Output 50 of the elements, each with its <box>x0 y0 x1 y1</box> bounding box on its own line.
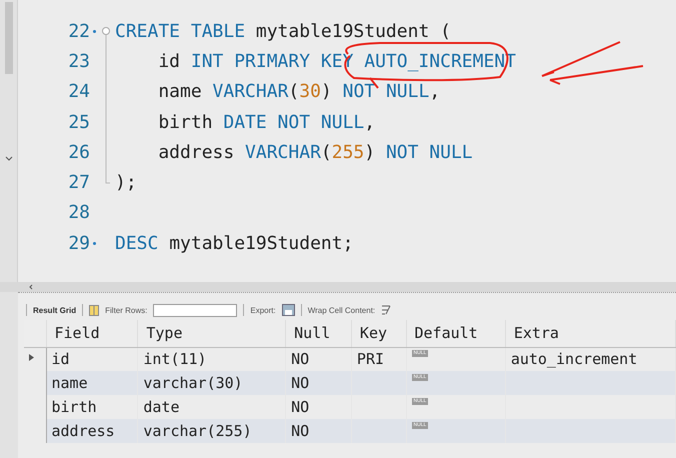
line-number: 23 <box>67 50 90 72</box>
column-header[interactable]: Default <box>406 320 506 347</box>
chevron-down-icon[interactable] <box>4 156 12 162</box>
save-icon[interactable] <box>282 304 295 316</box>
table-cell: date <box>143 398 180 416</box>
table-cell: NO <box>291 350 310 368</box>
table-cell: NO <box>291 374 310 392</box>
wrap-cell-content-label: Wrap Cell Content: <box>308 306 376 314</box>
table-cell: NO <box>291 398 310 416</box>
filter-rows-label: Filter Rows: <box>105 306 148 314</box>
column-header[interactable]: Key <box>351 320 406 347</box>
filter-rows-field[interactable] <box>153 304 238 316</box>
line-number: 27 <box>67 172 90 194</box>
code-line: birth DATE NOT NULL, <box>157 112 376 133</box>
scroll-left-icon[interactable] <box>28 284 34 290</box>
code-line: CREATE TABLE mytable19Student ( <box>115 20 451 42</box>
horizontal-scrollbar[interactable] <box>0 282 676 292</box>
column-header[interactable]: Field <box>46 320 138 347</box>
current-row-icon <box>29 354 34 362</box>
column-header[interactable]: Null <box>286 320 352 347</box>
statement-marker-icon <box>93 242 96 245</box>
column-header[interactable]: Extra <box>505 320 676 347</box>
table-cell: NO <box>291 422 310 440</box>
code-line: address VARCHAR(255) NOT NULL <box>157 142 473 163</box>
table-cell: birth <box>52 398 97 416</box>
column-header[interactable]: Type <box>138 320 286 347</box>
line-number: 26 <box>67 142 90 163</box>
scrollbar-thumb[interactable] <box>4 2 12 74</box>
code-line: ); <box>115 172 137 194</box>
line-number: 28 <box>67 202 90 224</box>
fold-end-line <box>105 167 110 184</box>
grid-columns-icon[interactable] <box>89 304 100 316</box>
table-cell: address <box>52 422 115 440</box>
table-cell: PRI <box>356 350 384 368</box>
table-cell: varchar(255) <box>143 422 252 440</box>
wrap-text-icon[interactable] <box>381 305 392 315</box>
table-cell: name <box>52 374 88 392</box>
export-label: Export: <box>250 306 276 314</box>
line-number: 22 <box>67 20 90 42</box>
code-line: DESC mytable19Student; <box>115 232 354 254</box>
table-cell: int(11) <box>143 350 207 368</box>
code-line: name VARCHAR(30) NOT NULL, <box>157 81 440 102</box>
result-grid-label[interactable]: Result Grid <box>33 306 76 314</box>
statement-marker-icon <box>93 30 96 33</box>
table-cell: varchar(30) <box>143 374 243 392</box>
line-number: 29 <box>67 232 90 254</box>
line-number: 25 <box>67 112 90 133</box>
table-cell: id <box>52 350 70 368</box>
line-number: 24 <box>67 81 90 102</box>
table-cell: auto_increment <box>510 350 638 368</box>
